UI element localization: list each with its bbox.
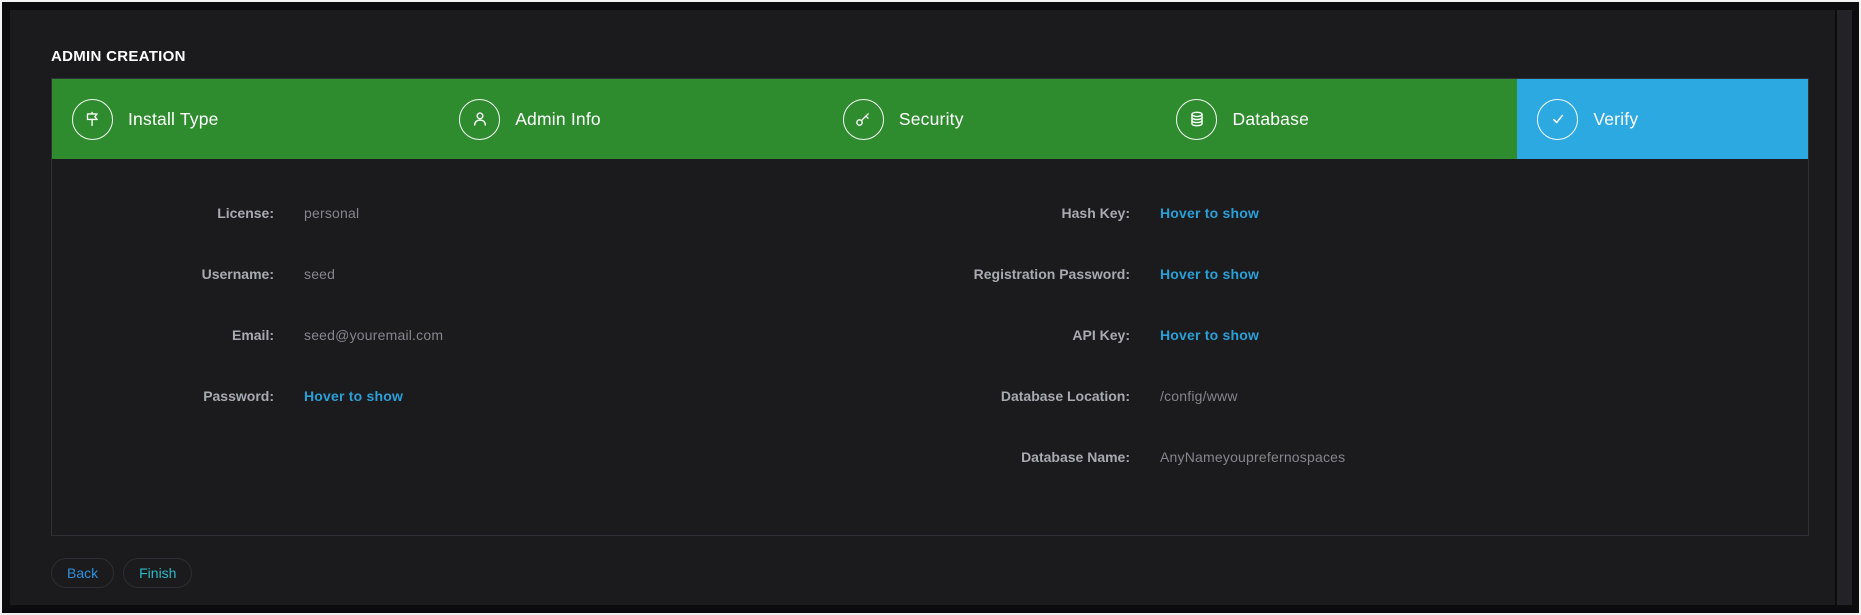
field-label: Username: <box>52 266 274 282</box>
review-row: License: personal <box>52 182 930 243</box>
wizard-step-label: Install Type <box>128 109 219 130</box>
wizard-step-label: Verify <box>1593 109 1638 130</box>
review-row: Registration Password: Hover to show <box>930 243 1808 304</box>
review-row: Email: seed@youremail.com <box>52 304 930 365</box>
review-row: Password: Hover to show <box>52 365 930 426</box>
key-icon <box>843 99 884 140</box>
admin-creation-wizard: Install Type Admin Info <box>51 78 1809 536</box>
wizard-steps-bar: Install Type Admin Info <box>52 79 1808 159</box>
verify-review: License: personal Username: seed Email: … <box>52 159 1808 487</box>
wizard-step-label: Admin Info <box>515 109 601 130</box>
field-label: Email: <box>52 327 274 343</box>
field-value: AnyNameyouprefernospaces <box>1160 449 1345 465</box>
wizard-actions: Back Finish <box>51 558 192 588</box>
field-value: personal <box>304 205 359 221</box>
field-value: seed <box>304 266 335 282</box>
review-column-right: Hash Key: Hover to show Registration Pas… <box>930 182 1808 487</box>
wizard-step-admin-info[interactable]: Admin Info <box>439 79 823 159</box>
review-row: Database Name: AnyNameyouprefernospaces <box>930 426 1808 487</box>
page-title: ADMIN CREATION <box>51 48 186 65</box>
wizard-step-label: Security <box>899 109 964 130</box>
main-panel: ADMIN CREATION Install Type <box>10 10 1835 605</box>
hover-to-show-link[interactable]: Hover to show <box>1160 205 1259 221</box>
field-label: Database Name: <box>930 449 1130 465</box>
field-label: Database Location: <box>930 388 1130 404</box>
hover-to-show-link[interactable]: Hover to show <box>1160 327 1259 343</box>
field-label: Registration Password: <box>930 266 1130 282</box>
wizard-step-security[interactable]: Security <box>823 79 1157 159</box>
user-icon <box>459 99 500 140</box>
wizard-step-install-type[interactable]: Install Type <box>52 79 439 159</box>
finish-button[interactable]: Finish <box>123 558 192 588</box>
hover-to-show-link[interactable]: Hover to show <box>304 388 403 404</box>
field-label: Hash Key: <box>930 205 1130 221</box>
field-label: API Key: <box>930 327 1130 343</box>
review-column-left: License: personal Username: seed Email: … <box>52 182 930 487</box>
signpost-icon <box>72 99 113 140</box>
review-row: API Key: Hover to show <box>930 304 1808 365</box>
database-icon <box>1176 99 1217 140</box>
review-row: Database Location: /config/www <box>930 365 1808 426</box>
field-label: License: <box>52 205 274 221</box>
scrollbar[interactable] <box>1837 10 1852 605</box>
wizard-step-verify[interactable]: Verify <box>1517 79 1808 159</box>
review-row: Hash Key: Hover to show <box>930 182 1808 243</box>
wizard-step-label: Database <box>1232 109 1309 130</box>
check-icon <box>1537 99 1578 140</box>
field-label: Password: <box>52 388 274 404</box>
screenshot-frame: ADMIN CREATION Install Type <box>0 0 1861 615</box>
wizard-step-database[interactable]: Database <box>1156 79 1517 159</box>
review-row: Username: seed <box>52 243 930 304</box>
back-button[interactable]: Back <box>51 558 114 588</box>
hover-to-show-link[interactable]: Hover to show <box>1160 266 1259 282</box>
field-value: seed@youremail.com <box>304 327 443 343</box>
field-value: /config/www <box>1160 388 1238 404</box>
